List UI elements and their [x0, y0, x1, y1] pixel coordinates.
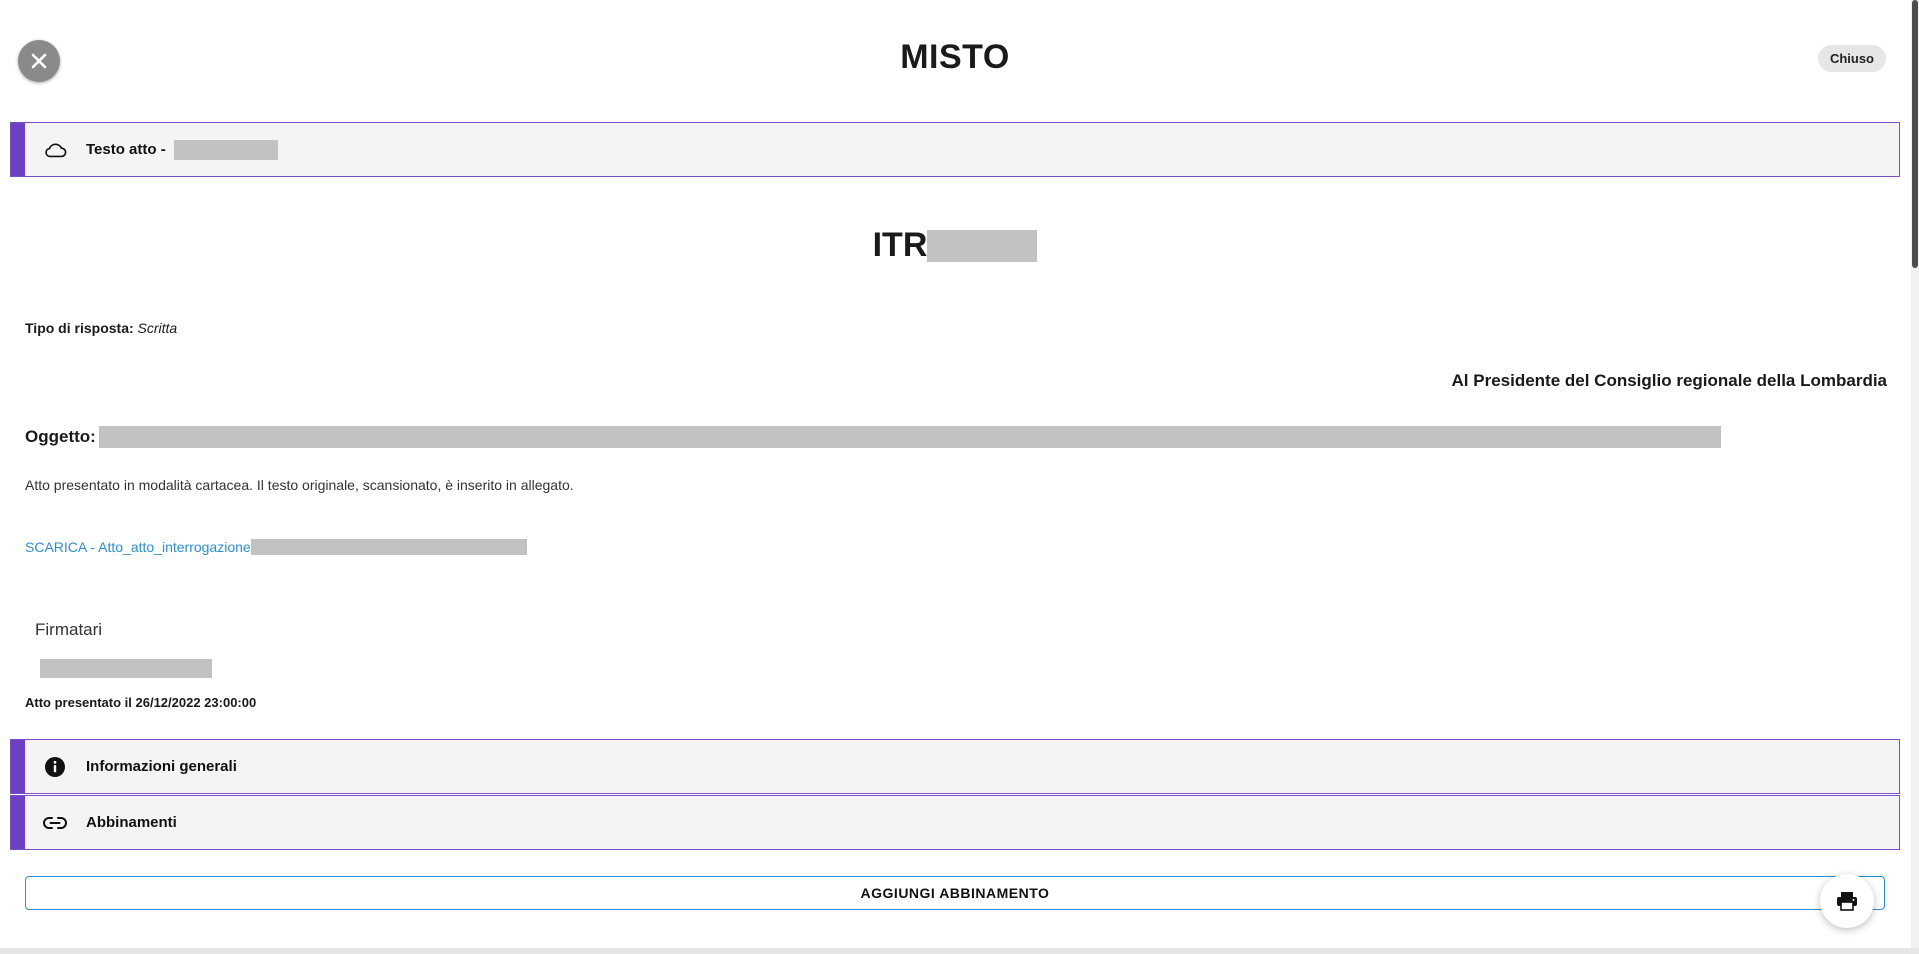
- status-badge: Chiuso: [1817, 45, 1886, 72]
- act-number: ITR: [10, 226, 1900, 265]
- scrollbar[interactable]: [1911, 0, 1919, 954]
- section-informazioni-generali-label: Informazioni generali: [86, 758, 237, 775]
- subject: Oggetto:: [25, 426, 1721, 448]
- page-title: MISTO: [900, 38, 1010, 76]
- accent-bar: [11, 740, 25, 793]
- section-informazioni-generali[interactable]: Informazioni generali: [10, 739, 1900, 794]
- cloud-icon: [43, 138, 67, 162]
- add-pairing-button[interactable]: AGGIUNGI ABBINAMENTO: [25, 876, 1885, 910]
- signers-title: Firmatari: [35, 620, 103, 639]
- section-abbinamenti-label: Abbinamenti: [86, 814, 177, 831]
- download-link[interactable]: SCARICA - Atto_atto_interrogazione: [25, 539, 527, 555]
- link-icon: [43, 811, 67, 835]
- section-label: Testo atto -: [86, 139, 278, 160]
- print-button[interactable]: [1820, 874, 1874, 928]
- paper-note: Atto presentato in modalità cartacea. Il…: [25, 477, 574, 493]
- response-type-label: Tipo di risposta:: [25, 320, 134, 336]
- accent-bar: [11, 796, 25, 849]
- bottom-edge: [0, 948, 1919, 954]
- section-testo-atto-label: Testo atto -: [86, 140, 166, 158]
- redacted-block: [927, 230, 1038, 262]
- document-body: ITR Tipo di risposta: Scritta Al Preside…: [10, 178, 1900, 738]
- section-testo-atto[interactable]: Testo atto -: [10, 122, 1900, 177]
- response-type-value: Scritta: [137, 320, 178, 336]
- info-icon: [43, 755, 67, 779]
- accent-bar: [11, 123, 25, 176]
- print-icon: [1837, 892, 1857, 911]
- recipient: Al Presidente del Consiglio regionale de…: [1451, 371, 1887, 390]
- presented-date: Atto presentato il 26/12/2022 23:00:00: [25, 695, 257, 710]
- download-link-label: SCARICA - Atto_atto_interrogazione: [25, 539, 251, 555]
- redacted-block: [173, 139, 278, 160]
- redacted-block: [98, 426, 1721, 448]
- signer-redacted: [40, 659, 212, 678]
- redacted-block: [250, 539, 527, 555]
- act-prefix: ITR: [872, 226, 928, 264]
- section-abbinamenti[interactable]: Abbinamenti: [10, 795, 1900, 850]
- subject-label: Oggetto:: [25, 427, 96, 446]
- response-type: Tipo di risposta: Scritta: [25, 320, 177, 336]
- header: MISTO Chiuso: [0, 0, 1919, 120]
- scrollbar-thumb[interactable]: [1912, 0, 1918, 268]
